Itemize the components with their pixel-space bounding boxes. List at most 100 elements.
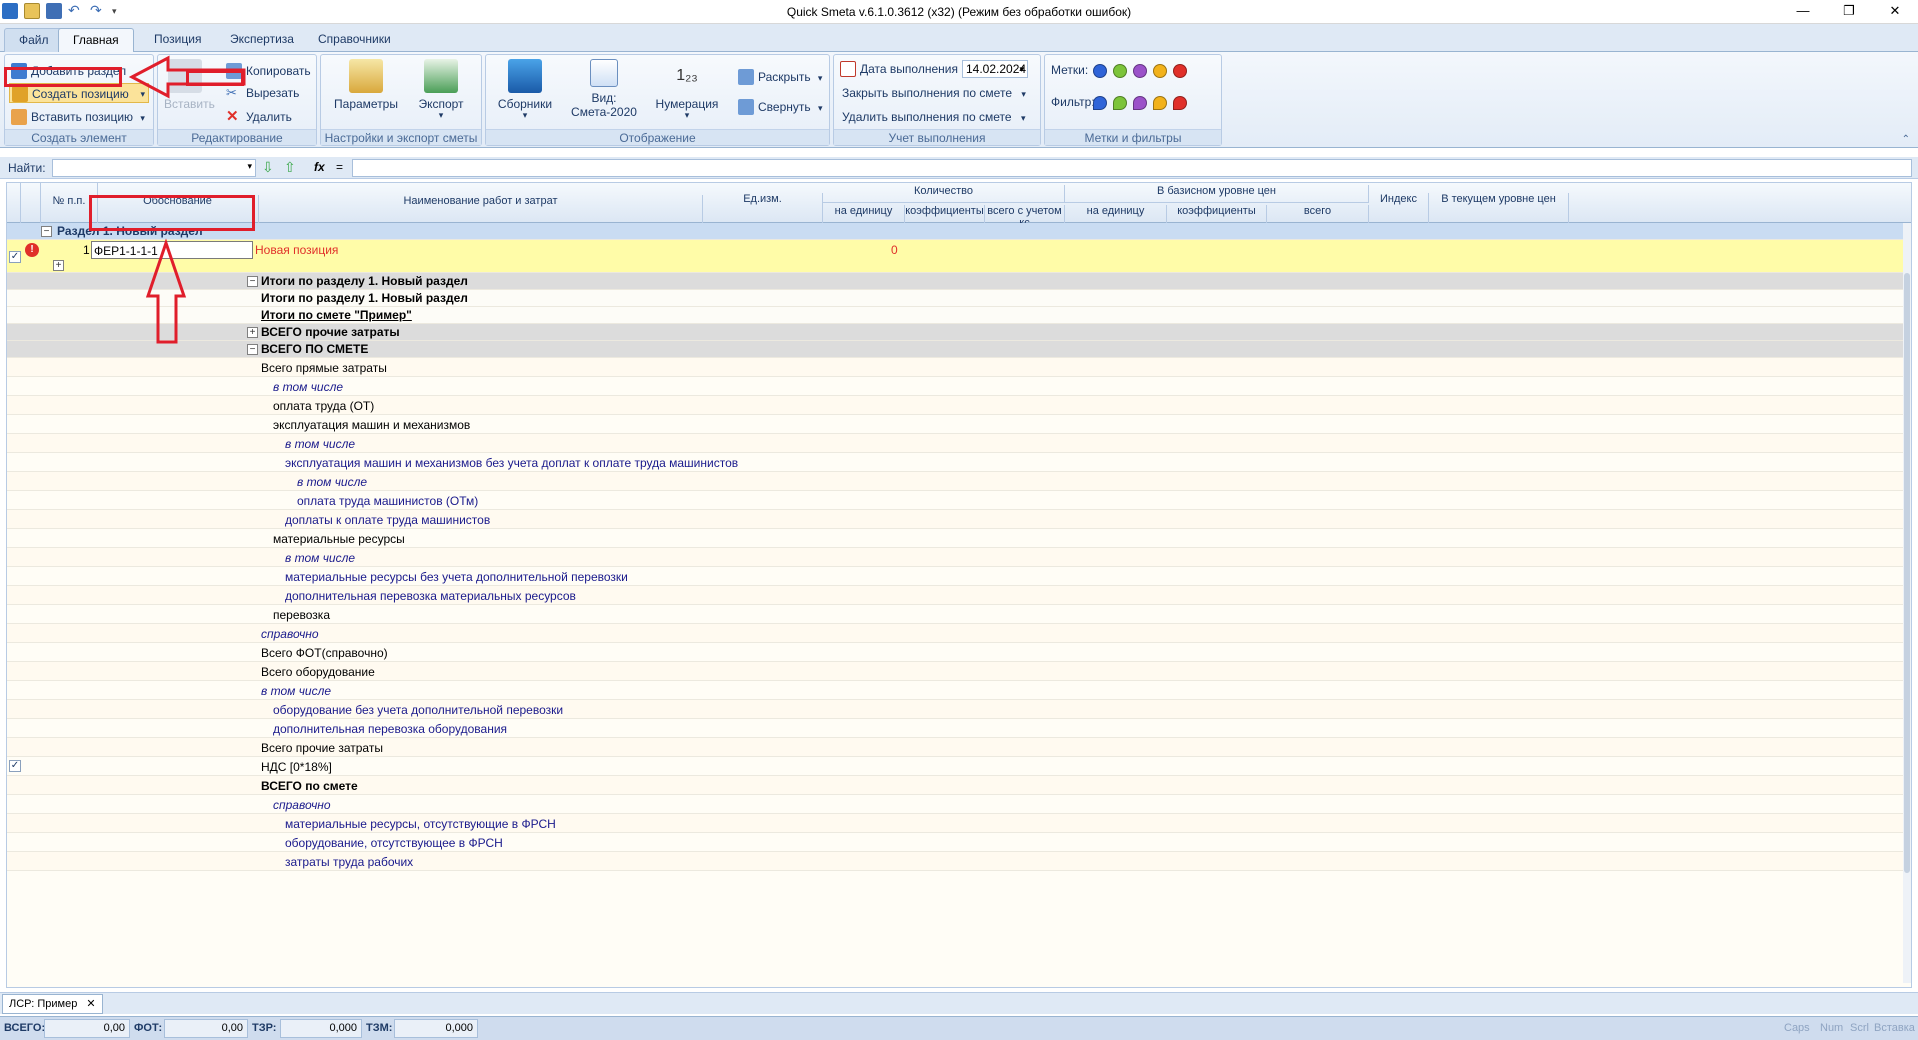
formula-input[interactable]: [352, 159, 1912, 177]
section-collapse-icon[interactable]: −: [41, 226, 52, 237]
summary-row[interactable]: дополнительная перевозка материальных ре…: [7, 586, 1911, 605]
find-prev-icon[interactable]: ⇧: [284, 159, 296, 176]
summary-row[interactable]: − ВСЕГО ПО СМЕТЕ: [7, 341, 1911, 358]
summary-row[interactable]: оплата труда (ОТ): [7, 396, 1911, 415]
tab-position[interactable]: Позиция: [140, 28, 215, 52]
create-position-dropdown-icon[interactable]: ▾: [140, 84, 145, 104]
header-qty-coef[interactable]: коэффициенты: [905, 205, 985, 223]
mark-color-button[interactable]: [1093, 64, 1107, 78]
date-input[interactable]: 14.02.2024 ▾: [962, 60, 1028, 78]
section-row[interactable]: − Раздел 1. Новый раздел: [7, 223, 1911, 240]
expand-button[interactable]: Раскрыть ▾: [736, 67, 822, 87]
header-index[interactable]: Индекс: [1369, 193, 1429, 223]
close-tab-icon[interactable]: ✕: [86, 998, 95, 1010]
summary-row[interactable]: справочно: [7, 624, 1911, 643]
header-base-total[interactable]: всего: [1267, 205, 1369, 223]
cut-button[interactable]: ✂ Вырезать: [224, 83, 299, 103]
position-row[interactable]: ✓ ! + 1 ФЕР1-1-1-1 Новая позиция 0: [7, 240, 1911, 273]
summary-row[interactable]: Итоги по смете "Пример": [7, 307, 1911, 324]
summary-row-label: дополнительная перевозка оборудования: [273, 722, 508, 736]
summary-row[interactable]: Всего прочие затраты: [7, 738, 1911, 757]
summary-row[interactable]: Итоги по разделу 1. Новый раздел: [7, 290, 1911, 307]
summary-row[interactable]: оплата труда машинистов (ОТм): [7, 491, 1911, 510]
close-window-button[interactable]: ✕: [1872, 0, 1918, 24]
header-base-unit[interactable]: на единицу: [1065, 205, 1167, 223]
tab-file[interactable]: Файл: [4, 28, 64, 52]
filter-color-button[interactable]: [1153, 96, 1167, 110]
row-collapse-icon[interactable]: −: [247, 276, 258, 287]
view-button[interactable]: Вид: Смета-2020: [564, 59, 644, 119]
summary-row[interactable]: материальные ресурсы: [7, 529, 1911, 548]
row-collapse-icon[interactable]: −: [247, 344, 258, 355]
summary-row[interactable]: оборудование без учета дополнительной пе…: [7, 700, 1911, 719]
header-unit[interactable]: Ед.изм.: [703, 193, 823, 223]
numbering-button[interactable]: 1₂₃ Нумерация ▾: [648, 59, 726, 120]
numbering-icon: 1₂₃: [676, 67, 698, 84]
row-expand-icon[interactable]: +: [247, 327, 258, 338]
header-current[interactable]: В текущем уровне цен: [1429, 193, 1569, 223]
collapse-ribbon-icon[interactable]: ⌃: [1902, 134, 1910, 145]
mark-color-button[interactable]: [1173, 64, 1187, 78]
header-qty-total[interactable]: всего с учетом кс: [985, 205, 1065, 229]
collections-button[interactable]: Сборники ▾: [490, 59, 560, 120]
summary-row[interactable]: справочно: [7, 795, 1911, 814]
date-dropdown-icon[interactable]: ▾: [1019, 61, 1024, 77]
summary-row[interactable]: в том числе: [7, 472, 1911, 491]
summary-row[interactable]: перевозка: [7, 605, 1911, 624]
maximize-button[interactable]: ❐: [1826, 0, 1872, 24]
mark-color-button[interactable]: [1153, 64, 1167, 78]
search-input[interactable]: ▾: [52, 159, 256, 177]
summary-row[interactable]: Всего ФОТ(справочно): [7, 643, 1911, 662]
tab-home[interactable]: Главная: [58, 28, 134, 53]
summary-row[interactable]: ✓ НДС [0*18%]: [7, 757, 1911, 776]
status-tzr-label: ТЗР:: [252, 1022, 277, 1034]
export-button[interactable]: Экспорт ▾: [409, 59, 473, 120]
summary-row[interactable]: в том числе: [7, 377, 1911, 396]
basis-edit-input[interactable]: ФЕР1-1-1-1: [91, 241, 253, 259]
summary-row[interactable]: в том числе: [7, 681, 1911, 700]
tab-expertise[interactable]: Экспертиза: [216, 28, 308, 52]
doc-tab-lsr[interactable]: ЛСР: Пример ✕: [2, 994, 103, 1014]
position-expand-icon[interactable]: +: [53, 260, 64, 271]
calendar-icon: [590, 59, 618, 87]
collapse-button[interactable]: Свернуть ▾: [736, 97, 823, 117]
filter-color-button[interactable]: [1113, 96, 1127, 110]
vertical-scrollbar[interactable]: [1903, 223, 1911, 983]
close-accounting-button[interactable]: Закрыть выполнения по смете ▾: [820, 83, 1026, 103]
position-checkbox[interactable]: ✓: [9, 251, 21, 263]
summary-row[interactable]: эксплуатация машин и механизмов: [7, 415, 1911, 434]
row-checkbox[interactable]: ✓: [9, 760, 21, 772]
header-base-coef[interactable]: коэффициенты: [1167, 205, 1267, 223]
header-name[interactable]: Наименование работ и затрат: [259, 195, 703, 223]
summary-row[interactable]: оборудование, отсутствующее в ФРСН: [7, 833, 1911, 852]
params-button[interactable]: Параметры: [327, 59, 405, 111]
scrollbar-thumb[interactable]: [1904, 273, 1910, 873]
mark-color-button[interactable]: [1113, 64, 1127, 78]
minimize-button[interactable]: —: [1780, 0, 1826, 24]
summary-row[interactable]: ВСЕГО по смете: [7, 776, 1911, 795]
summary-row[interactable]: затраты труда рабочих: [7, 852, 1911, 871]
insert-position-dropdown-icon[interactable]: ▾: [140, 113, 145, 123]
summary-row[interactable]: − Итоги по разделу 1. Новый раздел: [7, 273, 1911, 290]
summary-row[interactable]: Всего оборудование: [7, 662, 1911, 681]
summary-row[interactable]: + ВСЕГО прочие затраты: [7, 324, 1911, 341]
tab-references[interactable]: Справочники: [304, 28, 405, 52]
header-qty-unit[interactable]: на единицу: [823, 205, 905, 223]
mark-color-button[interactable]: [1133, 64, 1147, 78]
summary-row[interactable]: Всего прямые затраты: [7, 358, 1911, 377]
summary-row[interactable]: дополнительная перевозка оборудования: [7, 719, 1911, 738]
filter-color-button[interactable]: [1133, 96, 1147, 110]
summary-row[interactable]: в том числе: [7, 548, 1911, 567]
find-next-icon[interactable]: ⇩: [262, 159, 274, 176]
filter-color-button[interactable]: [1173, 96, 1187, 110]
summary-row[interactable]: материальные ресурсы без учета дополните…: [7, 567, 1911, 586]
summary-row[interactable]: в том числе: [7, 434, 1911, 453]
delete-button[interactable]: ✕ Удалить: [224, 107, 292, 127]
search-dropdown-icon[interactable]: ▾: [247, 161, 252, 172]
filter-color-button[interactable]: [1093, 96, 1107, 110]
summary-row[interactable]: доплаты к оплате труда машинистов: [7, 510, 1911, 529]
remove-accounting-button[interactable]: Удалить выполнения по смете ▾: [820, 107, 1025, 127]
summary-row[interactable]: эксплуатация машин и механизмов без учет…: [7, 453, 1911, 472]
insert-position-button[interactable]: Вставить позицию ▾: [9, 107, 145, 127]
summary-row[interactable]: материальные ресурсы, отсутствующие в ФР…: [7, 814, 1911, 833]
